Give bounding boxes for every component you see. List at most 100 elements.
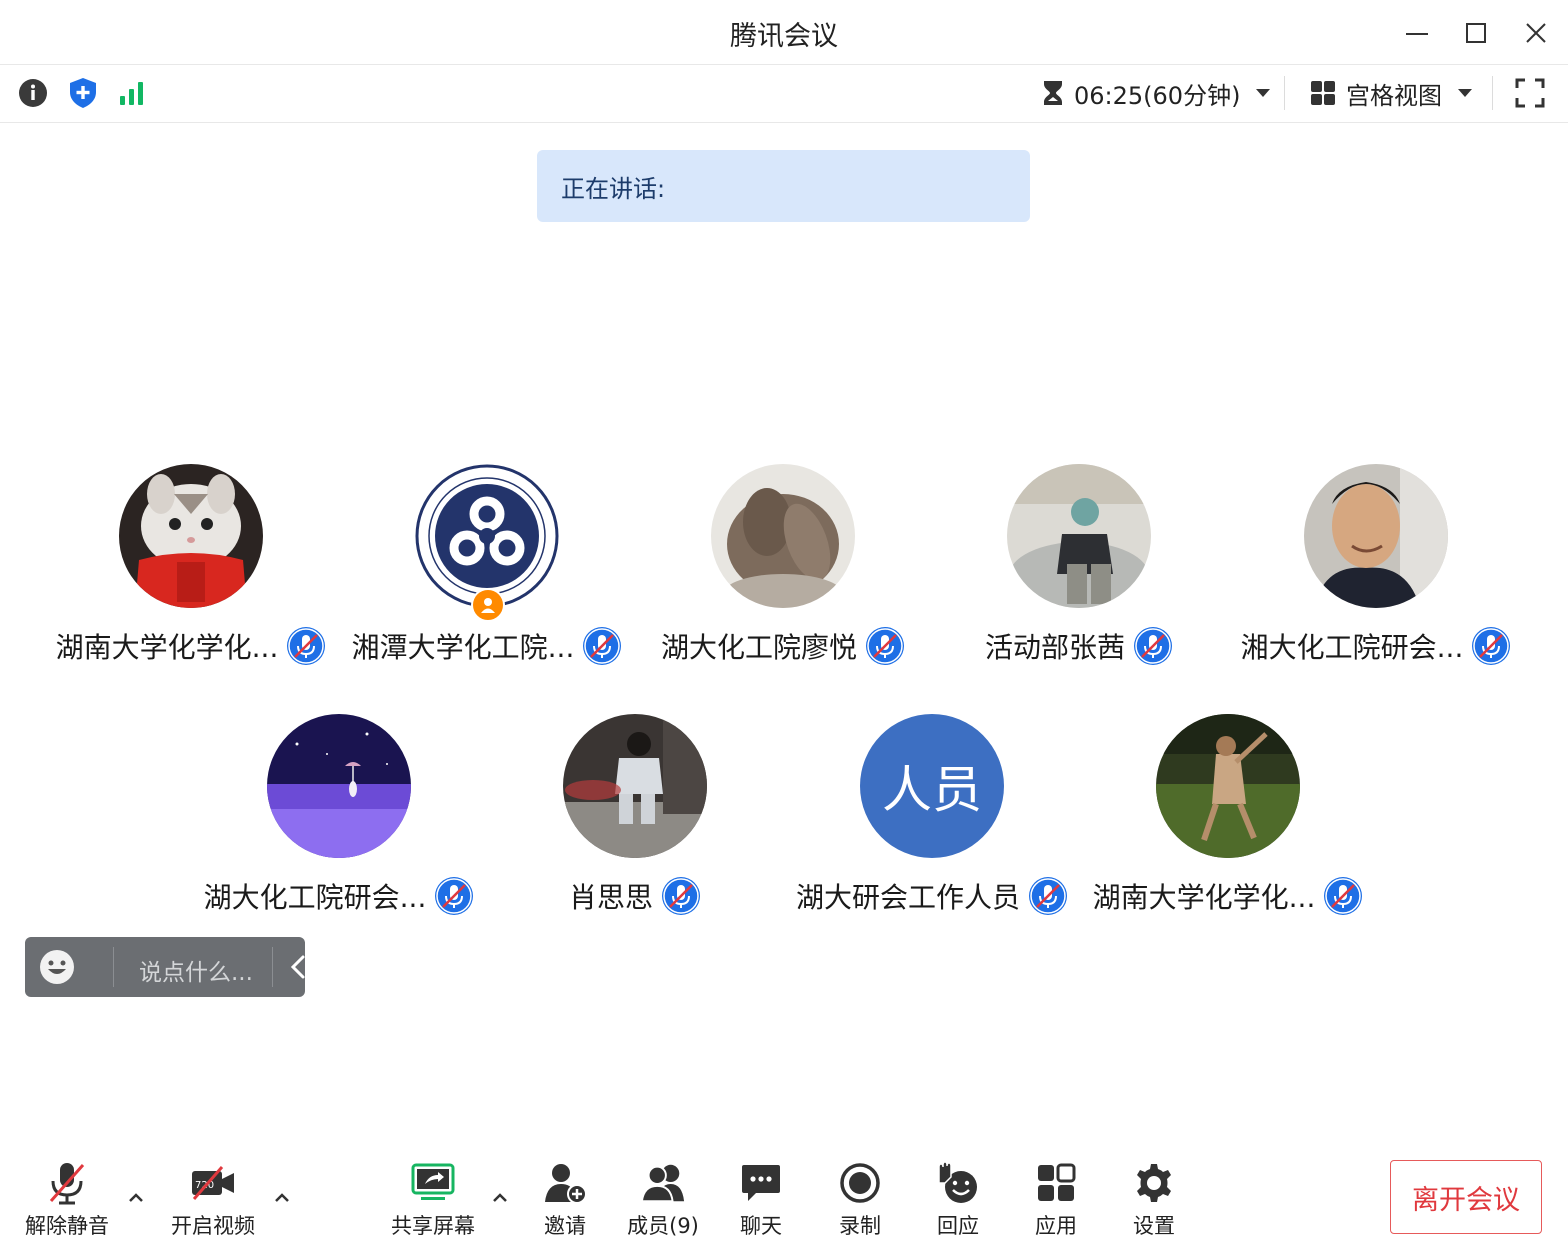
record-label: 录制 <box>839 1214 881 1238</box>
members-button[interactable]: 成员(9) <box>613 1160 713 1240</box>
avatar <box>415 464 559 608</box>
participant-tile[interactable]: 湘大化工院研会... <box>1228 464 1524 674</box>
chevron-left-icon[interactable] <box>283 951 315 983</box>
grid-view-icon <box>1311 81 1335 105</box>
avatar <box>563 714 707 858</box>
participant-name-row: 湖大化工院廖悦 <box>635 624 931 668</box>
participant-tile[interactable]: 湖南大学化学化... <box>1080 714 1376 924</box>
settings-label: 设置 <box>1133 1214 1175 1238</box>
start-video-button[interactable]: 720 开启视频 <box>163 1160 263 1240</box>
chevron-down-icon <box>1256 89 1271 97</box>
chat-label: 聊天 <box>740 1214 782 1238</box>
react-button[interactable]: 回应 <box>908 1160 1008 1240</box>
gear-icon <box>1137 1164 1171 1202</box>
invite-user-icon <box>545 1164 587 1204</box>
unmute-button[interactable]: 解除静音 <box>17 1160 117 1240</box>
leave-meeting-button[interactable]: 离开会议 <box>1390 1160 1542 1234</box>
participant-name: 湖大研会工作人员 <box>795 881 1020 914</box>
meeting-timer[interactable]: 06:25(60分钟) <box>1042 74 1271 112</box>
signal-icon[interactable] <box>115 76 149 110</box>
muted-mic-icon <box>662 877 700 915</box>
title-bar: 腾讯会议 <box>0 0 1568 65</box>
participant-name: 湖南大学化学化... <box>55 631 279 664</box>
muted-mic-icon <box>435 877 474 915</box>
participant-tile[interactable]: 活动部张茜 <box>931 464 1227 674</box>
participant-tile[interactable]: 湘潭大学化工院... <box>339 464 635 674</box>
security-shield-icon[interactable] <box>66 76 100 110</box>
apps-grid-icon <box>1038 1163 1076 1201</box>
chevron-up-icon[interactable] <box>490 1188 510 1208</box>
muted-mic-icon <box>1029 877 1067 915</box>
participant-tile[interactable]: 肖思思 <box>487 714 783 924</box>
participant-name-row: 湖大研会工作人员 <box>784 874 1080 918</box>
chat-divider <box>113 947 114 987</box>
participant-name: 湖大化工院廖悦 <box>660 631 857 664</box>
participant-name-row: 湖南大学化学化... <box>43 624 339 668</box>
invite-label: 邀请 <box>544 1214 586 1238</box>
participant-name: 湘潭大学化工院... <box>351 631 575 664</box>
mic-muted-icon <box>49 1163 85 1205</box>
participant-tile[interactable]: 湖南大学化学化... <box>43 464 339 674</box>
host-badge-icon <box>471 588 505 622</box>
window-title: 腾讯会议 <box>730 21 838 52</box>
avatar <box>267 714 411 858</box>
maximize-icon[interactable] <box>1459 16 1493 50</box>
bottom-control-bar: 解除静音 720 开启视频 共享屏幕 邀请 成员(9) 聊天 录制 回应 应用 … <box>0 1140 1568 1244</box>
avatar <box>1156 714 1300 858</box>
chevron-down-icon <box>1458 89 1472 97</box>
share-screen-label: 共享屏幕 <box>391 1214 475 1238</box>
hourglass-icon <box>1044 81 1062 105</box>
toolbar-divider <box>1492 76 1493 110</box>
toolbar-divider <box>1284 76 1285 110</box>
members-label: 成员(9) <box>627 1214 699 1238</box>
react-label: 回应 <box>937 1214 979 1238</box>
leave-meeting-label: 离开会议 <box>1412 1184 1520 1216</box>
unmute-label: 解除静音 <box>25 1214 109 1238</box>
participant-name-row: 湖大化工院研会... <box>191 874 487 918</box>
avatar <box>119 464 263 608</box>
chat-button[interactable]: 聊天 <box>711 1160 811 1240</box>
members-icon <box>640 1164 685 1203</box>
chevron-up-icon[interactable] <box>272 1188 292 1208</box>
video-off-icon: 720 <box>192 1166 234 1200</box>
avatar <box>1304 464 1448 608</box>
reaction-hand-icon <box>938 1161 977 1203</box>
settings-button[interactable]: 设置 <box>1104 1160 1204 1240</box>
share-screen-button[interactable]: 共享屏幕 <box>383 1160 483 1240</box>
participant-tile[interactable]: 人员 湖大研会工作人员 <box>784 714 1080 924</box>
chat-quick-input[interactable]: 说点什么... <box>25 937 305 997</box>
speaking-label: 正在讲话: <box>561 174 666 203</box>
start-video-label: 开启视频 <box>171 1214 255 1238</box>
participant-tile[interactable]: 湖大化工院廖悦 <box>635 464 931 674</box>
view-mode-label: 宫格视图 <box>1346 81 1442 110</box>
info-icon[interactable] <box>16 76 50 110</box>
participant-tile[interactable]: 湖大化工院研会... <box>191 714 487 924</box>
apps-label: 应用 <box>1035 1214 1077 1238</box>
avatar <box>1007 464 1151 608</box>
record-icon <box>840 1163 880 1203</box>
muted-mic-icon <box>1134 627 1172 665</box>
close-icon[interactable] <box>1519 16 1553 50</box>
view-mode-dropdown[interactable]: 宫格视图 <box>1310 74 1472 112</box>
chat-icon <box>742 1165 780 1201</box>
participant-name-row: 湘潭大学化工院... <box>339 624 635 668</box>
emoji-icon[interactable] <box>39 949 75 985</box>
muted-mic-icon <box>1324 877 1363 915</box>
muted-mic-icon <box>583 627 622 665</box>
apps-button[interactable]: 应用 <box>1006 1160 1106 1240</box>
minimize-icon[interactable] <box>1400 16 1434 50</box>
participant-name: 湖南大学化学化... <box>1092 881 1316 914</box>
invite-button[interactable]: 邀请 <box>515 1160 615 1240</box>
record-button[interactable]: 录制 <box>810 1160 910 1240</box>
chat-placeholder[interactable]: 说点什么... <box>139 953 253 987</box>
participant-name-row: 湘大化工院研会... <box>1228 624 1524 668</box>
muted-mic-icon <box>866 627 904 665</box>
participant-name-row: 肖思思 <box>487 874 783 918</box>
chat-divider <box>272 947 273 987</box>
avatar-initials: 人员 <box>882 761 982 819</box>
timer-text: 06:25(60分钟) <box>1074 81 1241 110</box>
speaking-indicator: 正在讲话: <box>537 150 1030 222</box>
chevron-up-icon[interactable] <box>126 1188 146 1208</box>
participant-name: 活动部张茜 <box>984 631 1125 664</box>
fullscreen-icon[interactable] <box>1513 76 1547 110</box>
